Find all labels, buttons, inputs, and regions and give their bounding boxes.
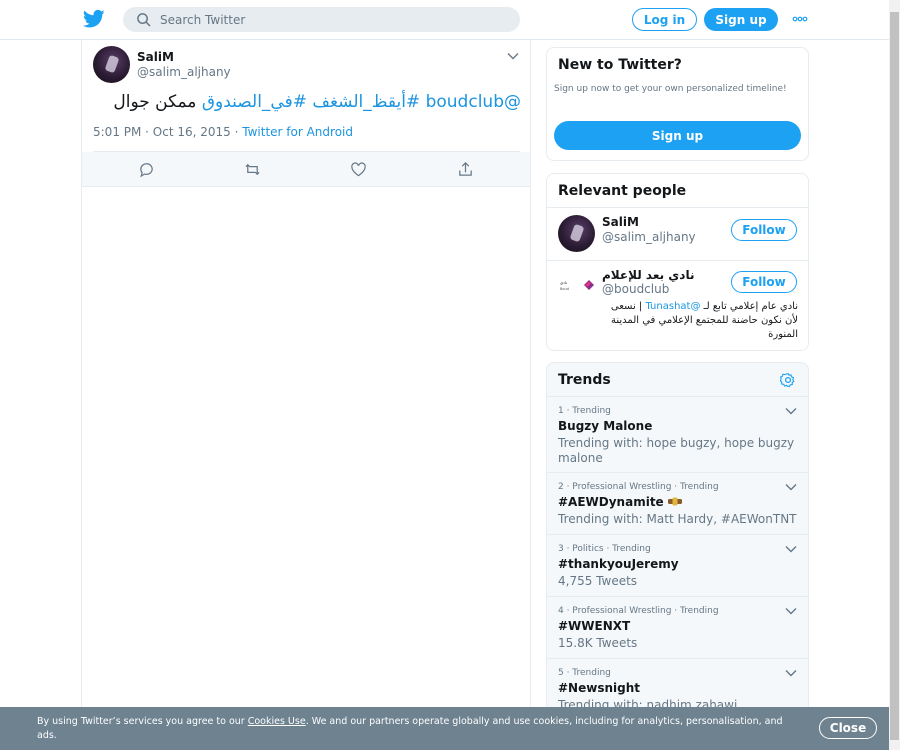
divider xyxy=(547,260,808,261)
twitter-bird-icon[interactable] xyxy=(83,9,105,29)
reply-icon[interactable] xyxy=(138,161,155,178)
tweet-author-handle[interactable]: @salim_aljhany xyxy=(137,65,231,79)
trend-meta: 3 · Politics · Trending xyxy=(558,544,651,554)
trend-item[interactable]: 4 · Professional Wrestling · Trending #W… xyxy=(547,597,808,659)
search-input[interactable] xyxy=(160,10,500,29)
person-handle[interactable]: @salim_aljhany xyxy=(602,230,696,244)
hashtag-link[interactable]: #أيقظ_الشغف xyxy=(312,92,420,112)
hashtag-link[interactable]: #في_الصندوق xyxy=(202,92,307,112)
svg-text:نادي: نادي xyxy=(560,280,567,285)
svg-text:Boud: Boud xyxy=(560,287,569,291)
like-heart-icon[interactable] xyxy=(350,161,367,178)
tweet-time[interactable]: 5:01 PM · Oct 16, 2015 · xyxy=(93,125,242,139)
avatar[interactable] xyxy=(93,46,130,83)
signup-button[interactable]: Sign up xyxy=(704,8,778,31)
trend-subtext: Trending with: Matt Hardy, #AEWonTNT xyxy=(558,512,797,526)
retweet-icon[interactable] xyxy=(244,161,261,178)
cookie-banner: By using Twitter’s services you agree to… xyxy=(0,707,889,750)
trend-item[interactable]: 3 · Politics · Trending #thankyouJeremy … xyxy=(547,535,808,597)
chevron-down-icon[interactable] xyxy=(785,607,797,615)
signup-button[interactable]: Sign up xyxy=(554,121,801,150)
person-bio: نادي عام إعلامي تابع لـ @Tunashat | نسعى… xyxy=(602,300,798,342)
chevron-down-icon[interactable] xyxy=(785,545,797,553)
trend-name-text: #AEWDynamite xyxy=(558,495,664,509)
boudclub-logo-icon[interactable]: نادي Boud xyxy=(558,275,595,295)
search-box[interactable] xyxy=(123,7,520,32)
trend-name[interactable]: #AEWDynamite xyxy=(558,495,682,509)
close-button[interactable]: Close xyxy=(819,717,877,739)
follow-button[interactable]: Follow xyxy=(731,219,797,241)
card-title: Relevant people xyxy=(558,183,687,199)
person-name[interactable]: نادي بعد للإعلام xyxy=(602,268,694,282)
card-description: Sign up now to get your own personalized… xyxy=(554,84,787,94)
tweet-timestamp: 5:01 PM · Oct 16, 2015 · Twitter for And… xyxy=(93,125,353,139)
new-to-twitter-card: New to Twitter? Sign up now to get your … xyxy=(546,47,809,161)
cookie-text: By using Twitter’s services you agree to… xyxy=(37,715,797,743)
divider xyxy=(547,207,808,208)
trend-subtext: 15.8K Tweets xyxy=(558,636,638,650)
ellipsis-icon[interactable] xyxy=(792,13,808,25)
chevron-down-icon[interactable] xyxy=(785,407,797,415)
scrollbar[interactable] xyxy=(889,0,900,750)
trend-name[interactable]: Bugzy Malone xyxy=(558,419,652,433)
trends-card: Trends 1 · Trending Bugzy Malone Trendin… xyxy=(546,362,809,750)
tweet-column: SaliM @salim_aljhany @boudclub #أيقظ_الش… xyxy=(81,40,531,750)
gear-icon[interactable] xyxy=(780,372,796,388)
trend-name[interactable]: #thankyouJeremy xyxy=(558,557,679,571)
cookie-text-pre: By using Twitter’s services you agree to… xyxy=(37,716,248,727)
scrollbar-thumb[interactable] xyxy=(890,12,899,740)
trend-subtext: Trending with: hope bugzy, hope bugzy ma… xyxy=(558,436,795,465)
mention-link[interactable]: @Tunashat xyxy=(645,301,700,312)
trend-item[interactable]: 2 · Professional Wrestling · Trending #A… xyxy=(547,473,808,535)
login-button[interactable]: Log in xyxy=(632,8,697,31)
follow-button[interactable]: Follow xyxy=(731,271,797,293)
trend-meta: 1 · Trending xyxy=(558,406,611,416)
tweet-text: @boudclub #أيقظ_الشغف #في_الصندوق ممكن ج… xyxy=(93,92,521,112)
relevant-people-card: Relevant people SaliM @salim_aljhany Fol… xyxy=(546,173,809,351)
search-icon xyxy=(137,13,151,27)
person-name[interactable]: SaliM xyxy=(602,215,639,229)
tweet-author-name[interactable]: SaliM xyxy=(137,50,174,64)
avatar[interactable] xyxy=(558,215,595,252)
trend-subtext: 4,755 Tweets xyxy=(558,574,638,588)
trend-meta: 2 · Professional Wrestling · Trending xyxy=(558,482,719,492)
trend-name[interactable]: #WWENXT xyxy=(558,619,630,633)
mention-link[interactable]: @boudclub xyxy=(426,92,521,112)
chevron-down-icon[interactable] xyxy=(507,52,519,60)
card-title: New to Twitter? xyxy=(558,57,682,73)
chevron-down-icon[interactable] xyxy=(785,483,797,491)
tweet-body-text: ممكن جوال xyxy=(113,92,197,112)
share-icon[interactable] xyxy=(457,161,474,178)
belt-emoji-icon xyxy=(667,497,682,506)
chevron-down-icon[interactable] xyxy=(785,669,797,677)
person-handle[interactable]: @boudclub xyxy=(602,282,669,296)
top-navigation-bar: Log in Sign up xyxy=(0,0,889,40)
tweet-actions-bar xyxy=(82,152,530,187)
tweet-source-link[interactable]: Twitter for Android xyxy=(242,125,353,139)
card-title: Trends xyxy=(558,372,611,388)
bio-text: نادي عام إعلامي تابع لـ xyxy=(700,301,798,312)
trend-meta: 4 · Professional Wrestling · Trending xyxy=(558,606,719,616)
trend-item[interactable]: 1 · Trending Bugzy Malone Trending with:… xyxy=(547,397,808,473)
trend-meta: 5 · Trending xyxy=(558,668,611,678)
cookies-use-link[interactable]: Cookies Use xyxy=(248,716,306,727)
trend-name[interactable]: #Newsnight xyxy=(558,681,640,695)
